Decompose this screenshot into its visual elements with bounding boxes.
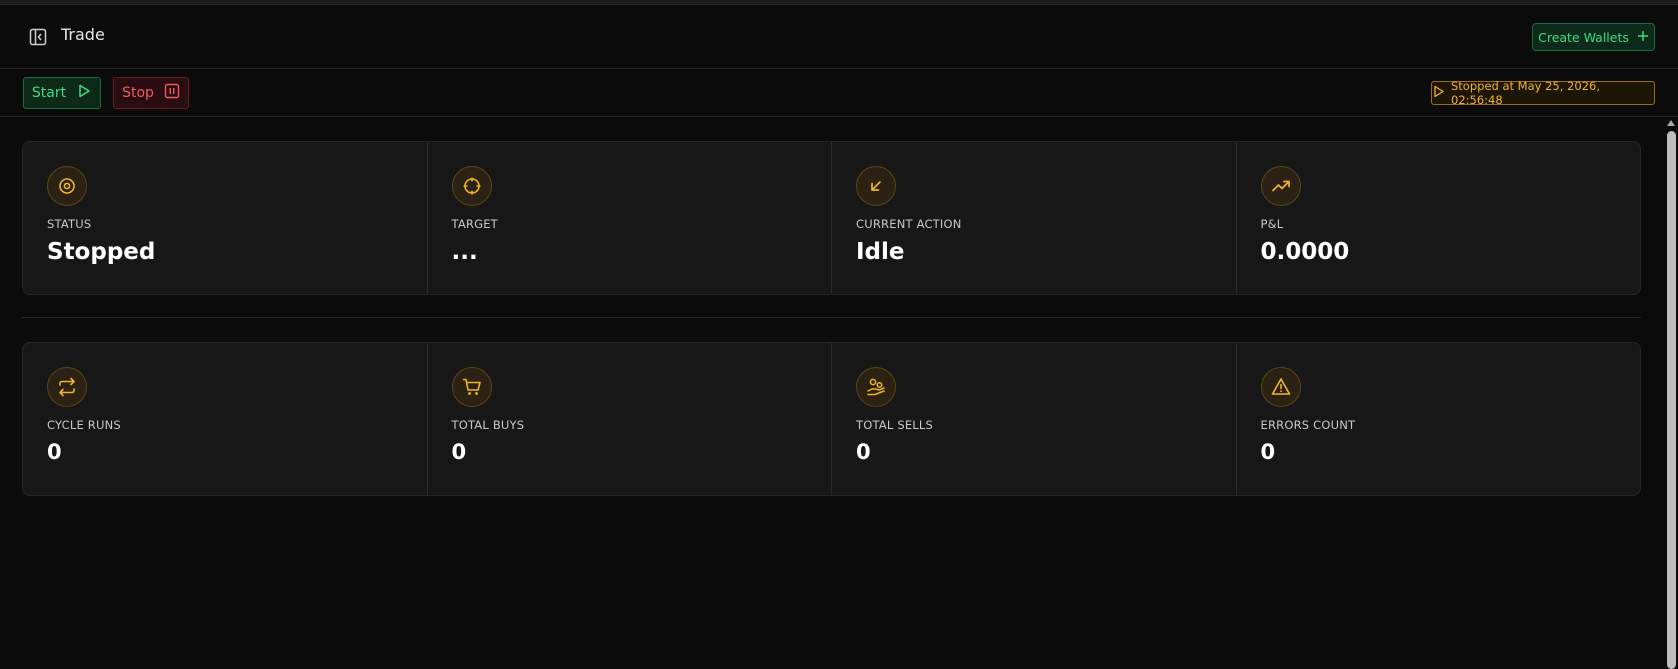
stat-value: Idle xyxy=(856,239,905,265)
stat-total-sells: TOTAL SELLS 0 xyxy=(832,343,1237,495)
section-divider xyxy=(22,317,1641,318)
stat-label: STATUS xyxy=(47,217,92,231)
scroll-thumb[interactable] xyxy=(1667,131,1676,669)
stat-label: TOTAL BUYS xyxy=(451,418,525,432)
stat-label: ERRORS COUNT xyxy=(1260,418,1356,432)
run-status-text: Stopped at May 25, 2026, 02:56:48 xyxy=(1451,79,1600,107)
stat-current-action: CURRENT ACTION Idle xyxy=(832,142,1237,294)
scroll-up-arrow-icon[interactable] xyxy=(1667,120,1675,126)
stat-label: TOTAL SELLS xyxy=(856,418,934,432)
stat-cycle-runs: CYCLE RUNS 0 xyxy=(23,343,428,495)
start-button[interactable]: Start xyxy=(23,77,101,109)
stop-button[interactable]: Stop xyxy=(113,77,189,109)
status-icon xyxy=(47,166,87,206)
primary-stats-panel: STATUS Stopped TARGET ... CURRENT ACTION… xyxy=(22,141,1641,295)
page-header: Trade Create Wallets xyxy=(0,5,1678,69)
start-label: Start xyxy=(31,85,67,101)
plus-icon xyxy=(1637,30,1649,45)
run-status-badge: Stopped at May 25, 2026, 02:56:48 xyxy=(1431,79,1655,107)
secondary-stats-panel: CYCLE RUNS 0 TOTAL BUYS 0 TOTAL SELLS 0 xyxy=(22,342,1641,496)
vertical-scrollbar[interactable] xyxy=(1665,118,1678,669)
control-toolbar: Start Stop Stopped at May 25, 2026, 02:5… xyxy=(0,70,1678,117)
cart-icon xyxy=(451,367,492,407)
hand-coins-icon xyxy=(856,367,896,407)
create-wallets-label: Create Wallets xyxy=(1538,29,1629,45)
stat-pnl: P&L 0.0000 xyxy=(1237,142,1641,294)
stat-status: STATUS Stopped xyxy=(23,142,428,294)
stat-target: TARGET ... xyxy=(428,142,832,294)
trending-up-icon xyxy=(1260,166,1301,206)
play-icon xyxy=(76,83,92,103)
repeat-icon xyxy=(47,367,87,407)
stat-label: CYCLE RUNS xyxy=(47,418,121,432)
sidebar-collapse-icon[interactable] xyxy=(29,28,47,46)
stat-label: TARGET xyxy=(451,217,498,231)
stat-value: 0 xyxy=(1260,440,1276,464)
stat-value: 0 xyxy=(856,440,871,464)
stat-total-buys: TOTAL BUYS 0 xyxy=(428,343,832,495)
stat-errors-count: ERRORS COUNT 0 xyxy=(1237,343,1641,495)
crosshair-icon xyxy=(451,166,492,206)
page-title: Trade xyxy=(61,25,105,44)
stat-value: Stopped xyxy=(47,239,156,265)
play-icon xyxy=(1432,85,1445,101)
stat-value: ... xyxy=(451,239,478,265)
stop-label: Stop xyxy=(122,85,154,101)
pause-icon xyxy=(164,83,180,103)
warning-icon xyxy=(1260,367,1301,407)
stat-value: 0 xyxy=(451,440,467,464)
stat-label: CURRENT ACTION xyxy=(856,217,962,231)
stat-label: P&L xyxy=(1260,217,1284,231)
arrow-down-left-icon xyxy=(856,166,896,206)
stat-value: 0.0000 xyxy=(1260,239,1350,265)
create-wallets-button[interactable]: Create Wallets xyxy=(1532,23,1655,51)
stat-value: 0 xyxy=(47,440,62,464)
